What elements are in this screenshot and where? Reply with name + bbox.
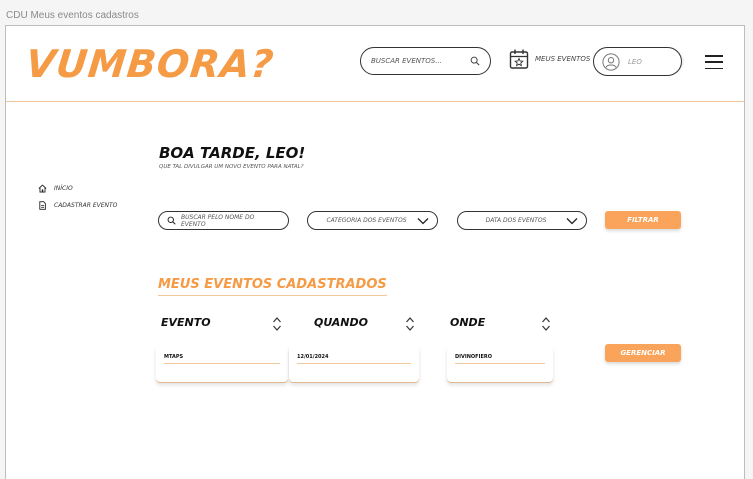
- search-icon: [167, 216, 176, 225]
- manage-button[interactable]: GERENCIAR: [605, 344, 681, 362]
- greeting-title: BOA TARDE, LEO!: [159, 144, 306, 162]
- sort-icon[interactable]: [272, 316, 282, 332]
- table-cell-quando[interactable]: 12/01/2024: [289, 346, 419, 382]
- table-cell-evento[interactable]: MTAPS: [156, 346, 288, 382]
- category-dropdown[interactable]: CATEGORIA DOS EVENTOS: [307, 211, 438, 230]
- hamburger-menu-icon[interactable]: [705, 55, 723, 69]
- column-header-quando: QUANDO: [314, 316, 368, 329]
- app-frame: VUMBORA? BUSCAR EVENTOS... MEUS EVENTOS …: [5, 25, 745, 479]
- table-cell-onde[interactable]: DIVINOFIERO: [447, 346, 553, 382]
- sidebar-item-inicio[interactable]: INÍCIO: [38, 180, 117, 197]
- header-divider: [6, 101, 744, 102]
- column-header-onde: ONDE: [450, 316, 486, 329]
- app-logo[interactable]: VUMBORA?: [24, 42, 277, 86]
- my-events-link[interactable]: MEUS EVENTOS: [509, 48, 590, 70]
- sidebar-item-label: INÍCIO: [54, 185, 73, 192]
- event-name-value: MTAPS: [164, 354, 280, 364]
- sidebar-item-cadastrar-evento[interactable]: CADASTRAR EVENTO: [38, 197, 117, 214]
- sort-icon[interactable]: [541, 316, 551, 332]
- chevron-down-icon: [566, 217, 578, 224]
- event-name-search-placeholder: BUSCAR PELO NOME DO EVENTO: [181, 213, 255, 228]
- sidebar: INÍCIO CADASTRAR EVENTO: [38, 180, 117, 214]
- category-dropdown-label: CATEGORIA DOS EVENTOS: [326, 217, 407, 224]
- sort-icon[interactable]: [405, 316, 415, 332]
- header-search-input[interactable]: BUSCAR EVENTOS...: [360, 47, 491, 75]
- window-caption: CDU Meus eventos cadastros: [6, 10, 139, 21]
- date-dropdown[interactable]: DATA DOS EVENTOS: [457, 211, 587, 230]
- filter-button[interactable]: FILTRAR: [605, 211, 681, 229]
- greeting-subtitle: QUE TAL DIVULGAR UM NOVO EVENTO PARA NAT…: [159, 164, 304, 170]
- event-date-value: 12/01/2024: [297, 354, 411, 364]
- event-place-value: DIVINOFIERO: [455, 354, 545, 364]
- home-icon: [38, 184, 47, 193]
- user-name: LEO: [628, 57, 642, 66]
- column-header-evento: EVENTO: [161, 316, 211, 329]
- my-events-label: MEUS EVENTOS: [535, 55, 591, 63]
- user-profile-button[interactable]: LEO: [593, 47, 682, 76]
- header-search-placeholder: BUSCAR EVENTOS...: [371, 57, 442, 65]
- section-title: MEUS EVENTOS CADASTRADOS: [158, 277, 387, 296]
- date-dropdown-label: DATA DOS EVENTOS: [485, 217, 547, 224]
- sidebar-item-label: CADASTRAR EVENTO: [54, 202, 118, 209]
- event-name-search-input[interactable]: BUSCAR PELO NOME DO EVENTO: [158, 211, 289, 230]
- document-icon: [39, 201, 46, 210]
- calendar-star-icon: [509, 49, 529, 69]
- user-avatar-icon: [602, 52, 620, 71]
- search-icon[interactable]: [470, 56, 480, 66]
- chevron-down-icon: [417, 217, 429, 224]
